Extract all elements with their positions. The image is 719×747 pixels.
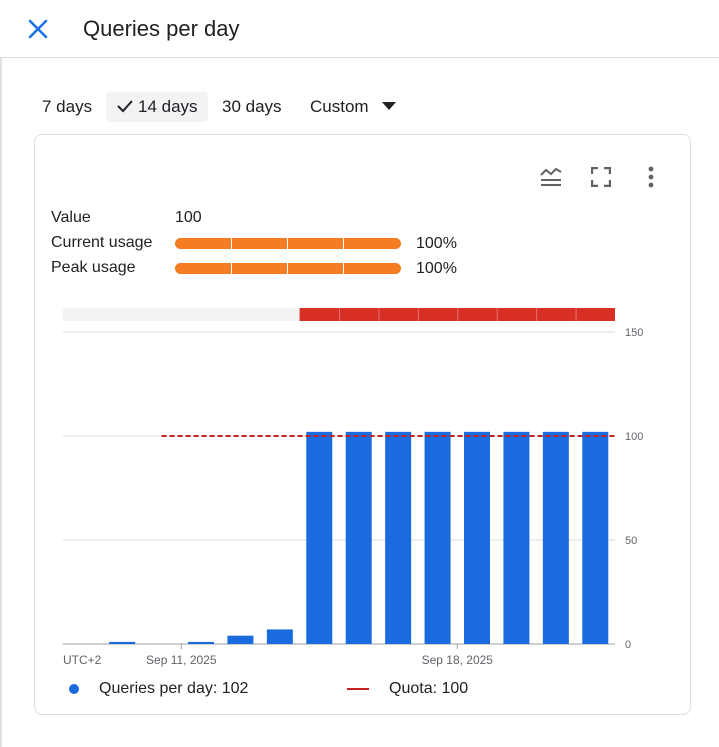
chart-card: Value 100 Current usage 100% Peak usage … <box>34 134 691 715</box>
legend-quota-value: 100 <box>441 680 469 697</box>
chart-bar <box>464 431 490 644</box>
legend-line-icon <box>347 688 369 690</box>
range-14-days-label: 14 days <box>138 97 198 116</box>
timezone-label: UTC+2 <box>63 653 102 667</box>
fullscreen-icon <box>591 167 611 187</box>
arrow-drop-down-icon <box>382 102 397 110</box>
value-number: 100 <box>175 209 202 226</box>
x-tick-label: Sep 18, 2025 <box>422 653 494 667</box>
peak-usage-label: Peak usage <box>51 259 136 276</box>
usage-strip-divider <box>378 308 380 321</box>
usage-strip-divider <box>575 308 577 321</box>
usage-strip-divider <box>496 308 498 321</box>
range-30-days-label: 30 days <box>222 97 282 116</box>
range-custom-dropdown[interactable]: Custom <box>302 92 405 122</box>
chart-bar <box>503 431 530 644</box>
queries-chart: 0 50 100 150 UTC+2 Sep 11, 2025 Sep 18, 2025 <box>63 308 643 667</box>
range-custom-label: Custom <box>310 97 369 116</box>
chart-bar <box>188 641 214 644</box>
peak-usage-percent: 100% <box>416 260 457 277</box>
current-usage-percent: 100% <box>416 235 457 252</box>
y-tick-label: 50 <box>625 535 637 547</box>
chart-bar <box>345 431 372 644</box>
legend-queries-value: 102 <box>221 680 249 697</box>
usage-strip-ok <box>63 308 300 321</box>
range-7-days-button[interactable]: 7 days <box>34 92 100 122</box>
chart-bar <box>266 629 293 644</box>
x-tick-label: Sep 11, 2025 <box>146 653 217 667</box>
page-title: Queries per day <box>83 16 240 41</box>
usage-strip-divider <box>536 308 538 321</box>
y-tick-label: 100 <box>625 431 643 443</box>
chart-bar <box>227 635 254 644</box>
usage-strip-divider <box>457 308 459 321</box>
range-14-days-button[interactable]: 14 days <box>106 92 208 122</box>
legend-quota-label: Quota: <box>389 680 438 697</box>
more-vert-icon <box>648 166 654 188</box>
fullscreen-button[interactable] <box>587 163 615 191</box>
chart-bar <box>385 431 412 644</box>
close-button[interactable] <box>24 15 52 43</box>
current-usage-label: Current usage <box>51 234 153 251</box>
y-tick-label: 0 <box>625 639 631 651</box>
left-edge-divider <box>0 58 2 747</box>
peak-usage-bar <box>175 263 401 274</box>
dialog-header: Queries per day <box>0 0 719 58</box>
legend-toggle-icon <box>540 167 562 186</box>
chart-bar <box>306 431 333 644</box>
usage-strip-divider <box>339 308 340 321</box>
chart-bar <box>582 431 609 644</box>
chart-bar <box>542 431 569 644</box>
close-icon <box>28 19 48 39</box>
value-label: Value <box>51 209 91 226</box>
usage-strip-divider <box>417 308 419 321</box>
range-7-days-label: 7 days <box>42 97 93 116</box>
check-icon <box>117 100 133 113</box>
legend-dot-icon <box>69 684 79 694</box>
more-options-button[interactable] <box>637 163 665 191</box>
chart-bar <box>109 641 136 644</box>
current-usage-bar <box>175 238 401 249</box>
range-30-days-button[interactable]: 30 days <box>214 92 290 122</box>
y-tick-label: 150 <box>625 327 643 339</box>
legend-queries-label: Queries per day: <box>99 680 218 697</box>
legend-toggle-button[interactable] <box>537 163 565 191</box>
chart-bar <box>424 431 451 644</box>
